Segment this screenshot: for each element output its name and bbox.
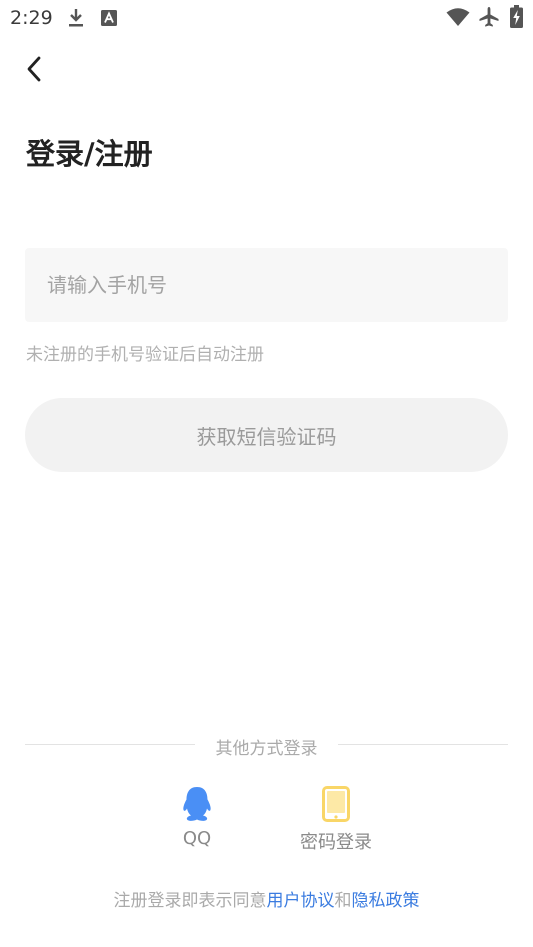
login-screen: 2:29 登录/注册 未注册的手机号验证后自动注册 获取短信验证 xyxy=(0,0,533,947)
status-bar: 2:29 xyxy=(0,0,533,36)
other-login-label: 其他方式登录 xyxy=(0,734,533,759)
user-agreement-link[interactable]: 用户协议 xyxy=(267,891,335,911)
auto-register-hint: 未注册的手机号验证后自动注册 xyxy=(26,345,264,365)
status-time: 2:29 xyxy=(10,7,53,29)
privacy-policy-link[interactable]: 隐私政策 xyxy=(352,891,420,911)
wifi-icon xyxy=(446,8,470,26)
a-badge-icon xyxy=(101,10,117,26)
download-icon xyxy=(69,9,83,27)
phone-icon xyxy=(322,786,350,822)
chevron-left-icon xyxy=(27,56,41,82)
battery-charging-icon xyxy=(510,5,523,28)
airplane-icon xyxy=(479,7,499,27)
qq-penguin-icon xyxy=(183,787,211,821)
password-login-button[interactable]: 密码登录 xyxy=(276,786,396,858)
page-title: 登录/注册 xyxy=(26,137,153,171)
agreement-text: 注册登录即表示同意用户协议和隐私政策 xyxy=(0,886,533,911)
phone-number-input[interactable] xyxy=(25,248,508,322)
other-login-label-text: 其他方式登录 xyxy=(203,739,330,759)
get-sms-code-button[interactable]: 获取短信验证码 xyxy=(25,398,508,472)
back-button[interactable] xyxy=(18,52,50,86)
qq-login-label: QQ xyxy=(182,828,212,849)
qq-login-button[interactable]: QQ xyxy=(137,786,257,858)
password-login-label: 密码登录 xyxy=(300,832,372,853)
agreement-prefix: 注册登录即表示同意 xyxy=(113,891,267,911)
agreement-conjunction: 和 xyxy=(334,891,352,911)
